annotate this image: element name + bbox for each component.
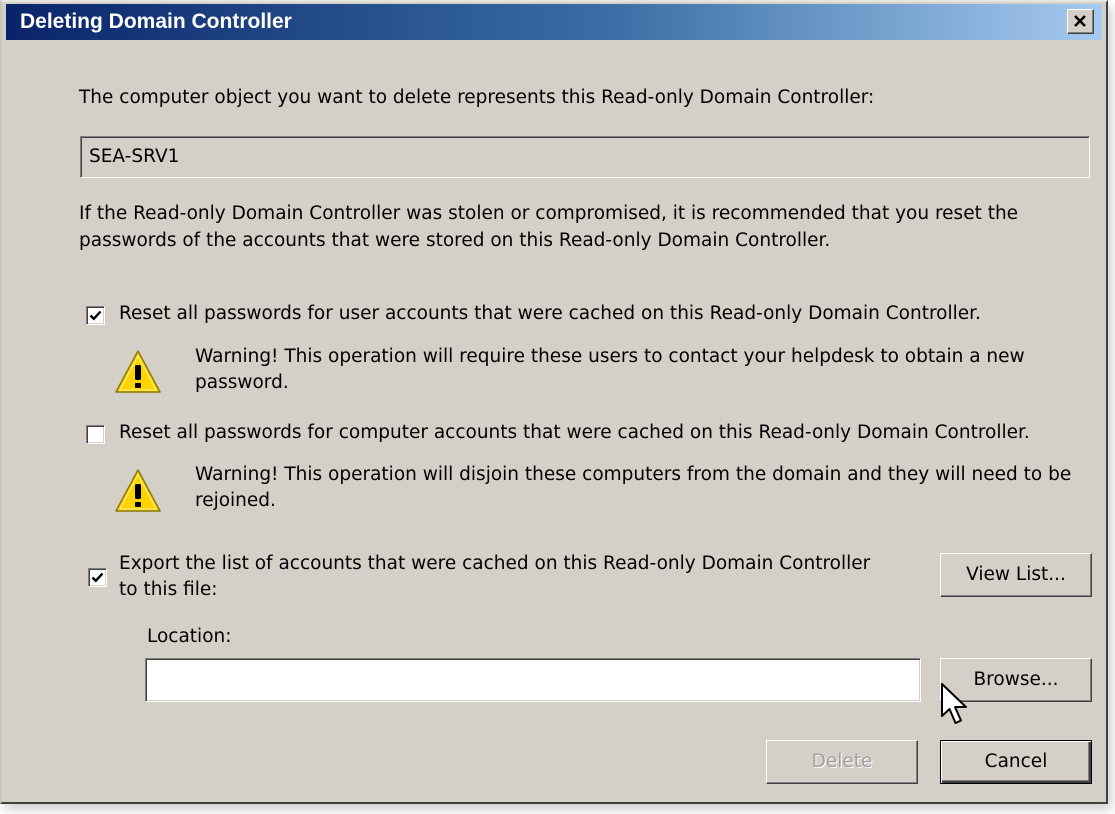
mouse-pointer-icon [941, 683, 967, 724]
export-label-line2[interactable]: to this file: [119, 577, 218, 603]
location-input[interactable] [145, 658, 921, 702]
close-icon [1074, 15, 1086, 27]
dc-name-value: SEA-SRV1 [89, 146, 180, 167]
reset-computers-warning-line2: rejoined. [195, 490, 276, 511]
delete-dc-dialog: Deleting Domain Controller The computer … [0, 0, 1108, 804]
dc-name-field: SEA-SRV1 [80, 136, 1090, 178]
title-bar: Deleting Domain Controller [6, 4, 1102, 40]
warning-triangle-icon [115, 350, 161, 393]
reset-computers-warning-line1: Warning! This operation will disjoin the… [195, 464, 1072, 485]
export-label-line1[interactable]: Export the list of accounts that were ca… [119, 551, 870, 577]
reset-computers-label[interactable]: Reset all passwords for computer account… [119, 420, 1030, 446]
warning-triangle-icon [115, 469, 161, 512]
info-text-line1: If the Read-only Domain Controller was s… [79, 203, 1019, 224]
cancel-button[interactable]: Cancel [940, 740, 1092, 784]
reset-users-label[interactable]: Reset all passwords for user accounts th… [119, 301, 981, 327]
reset-users-warning-line2: password. [195, 372, 289, 393]
reset-users-checkbox[interactable] [86, 306, 105, 325]
view-list-button[interactable]: View List... [940, 553, 1092, 597]
checkmark-icon [89, 310, 102, 321]
reset-users-warning-line1: Warning! This operation will require the… [195, 346, 1025, 367]
close-button[interactable] [1067, 9, 1094, 34]
checkmark-icon [91, 572, 104, 583]
location-label: Location: [147, 626, 232, 647]
info-text-line2: passwords of the accounts that were stor… [79, 230, 831, 251]
export-list-checkbox[interactable] [88, 568, 107, 587]
delete-button[interactable]: Delete [766, 740, 918, 784]
intro-text: The computer object you want to delete r… [79, 87, 875, 108]
reset-computers-checkbox[interactable] [86, 425, 105, 444]
dialog-title: Deleting Domain Controller [20, 10, 292, 33]
